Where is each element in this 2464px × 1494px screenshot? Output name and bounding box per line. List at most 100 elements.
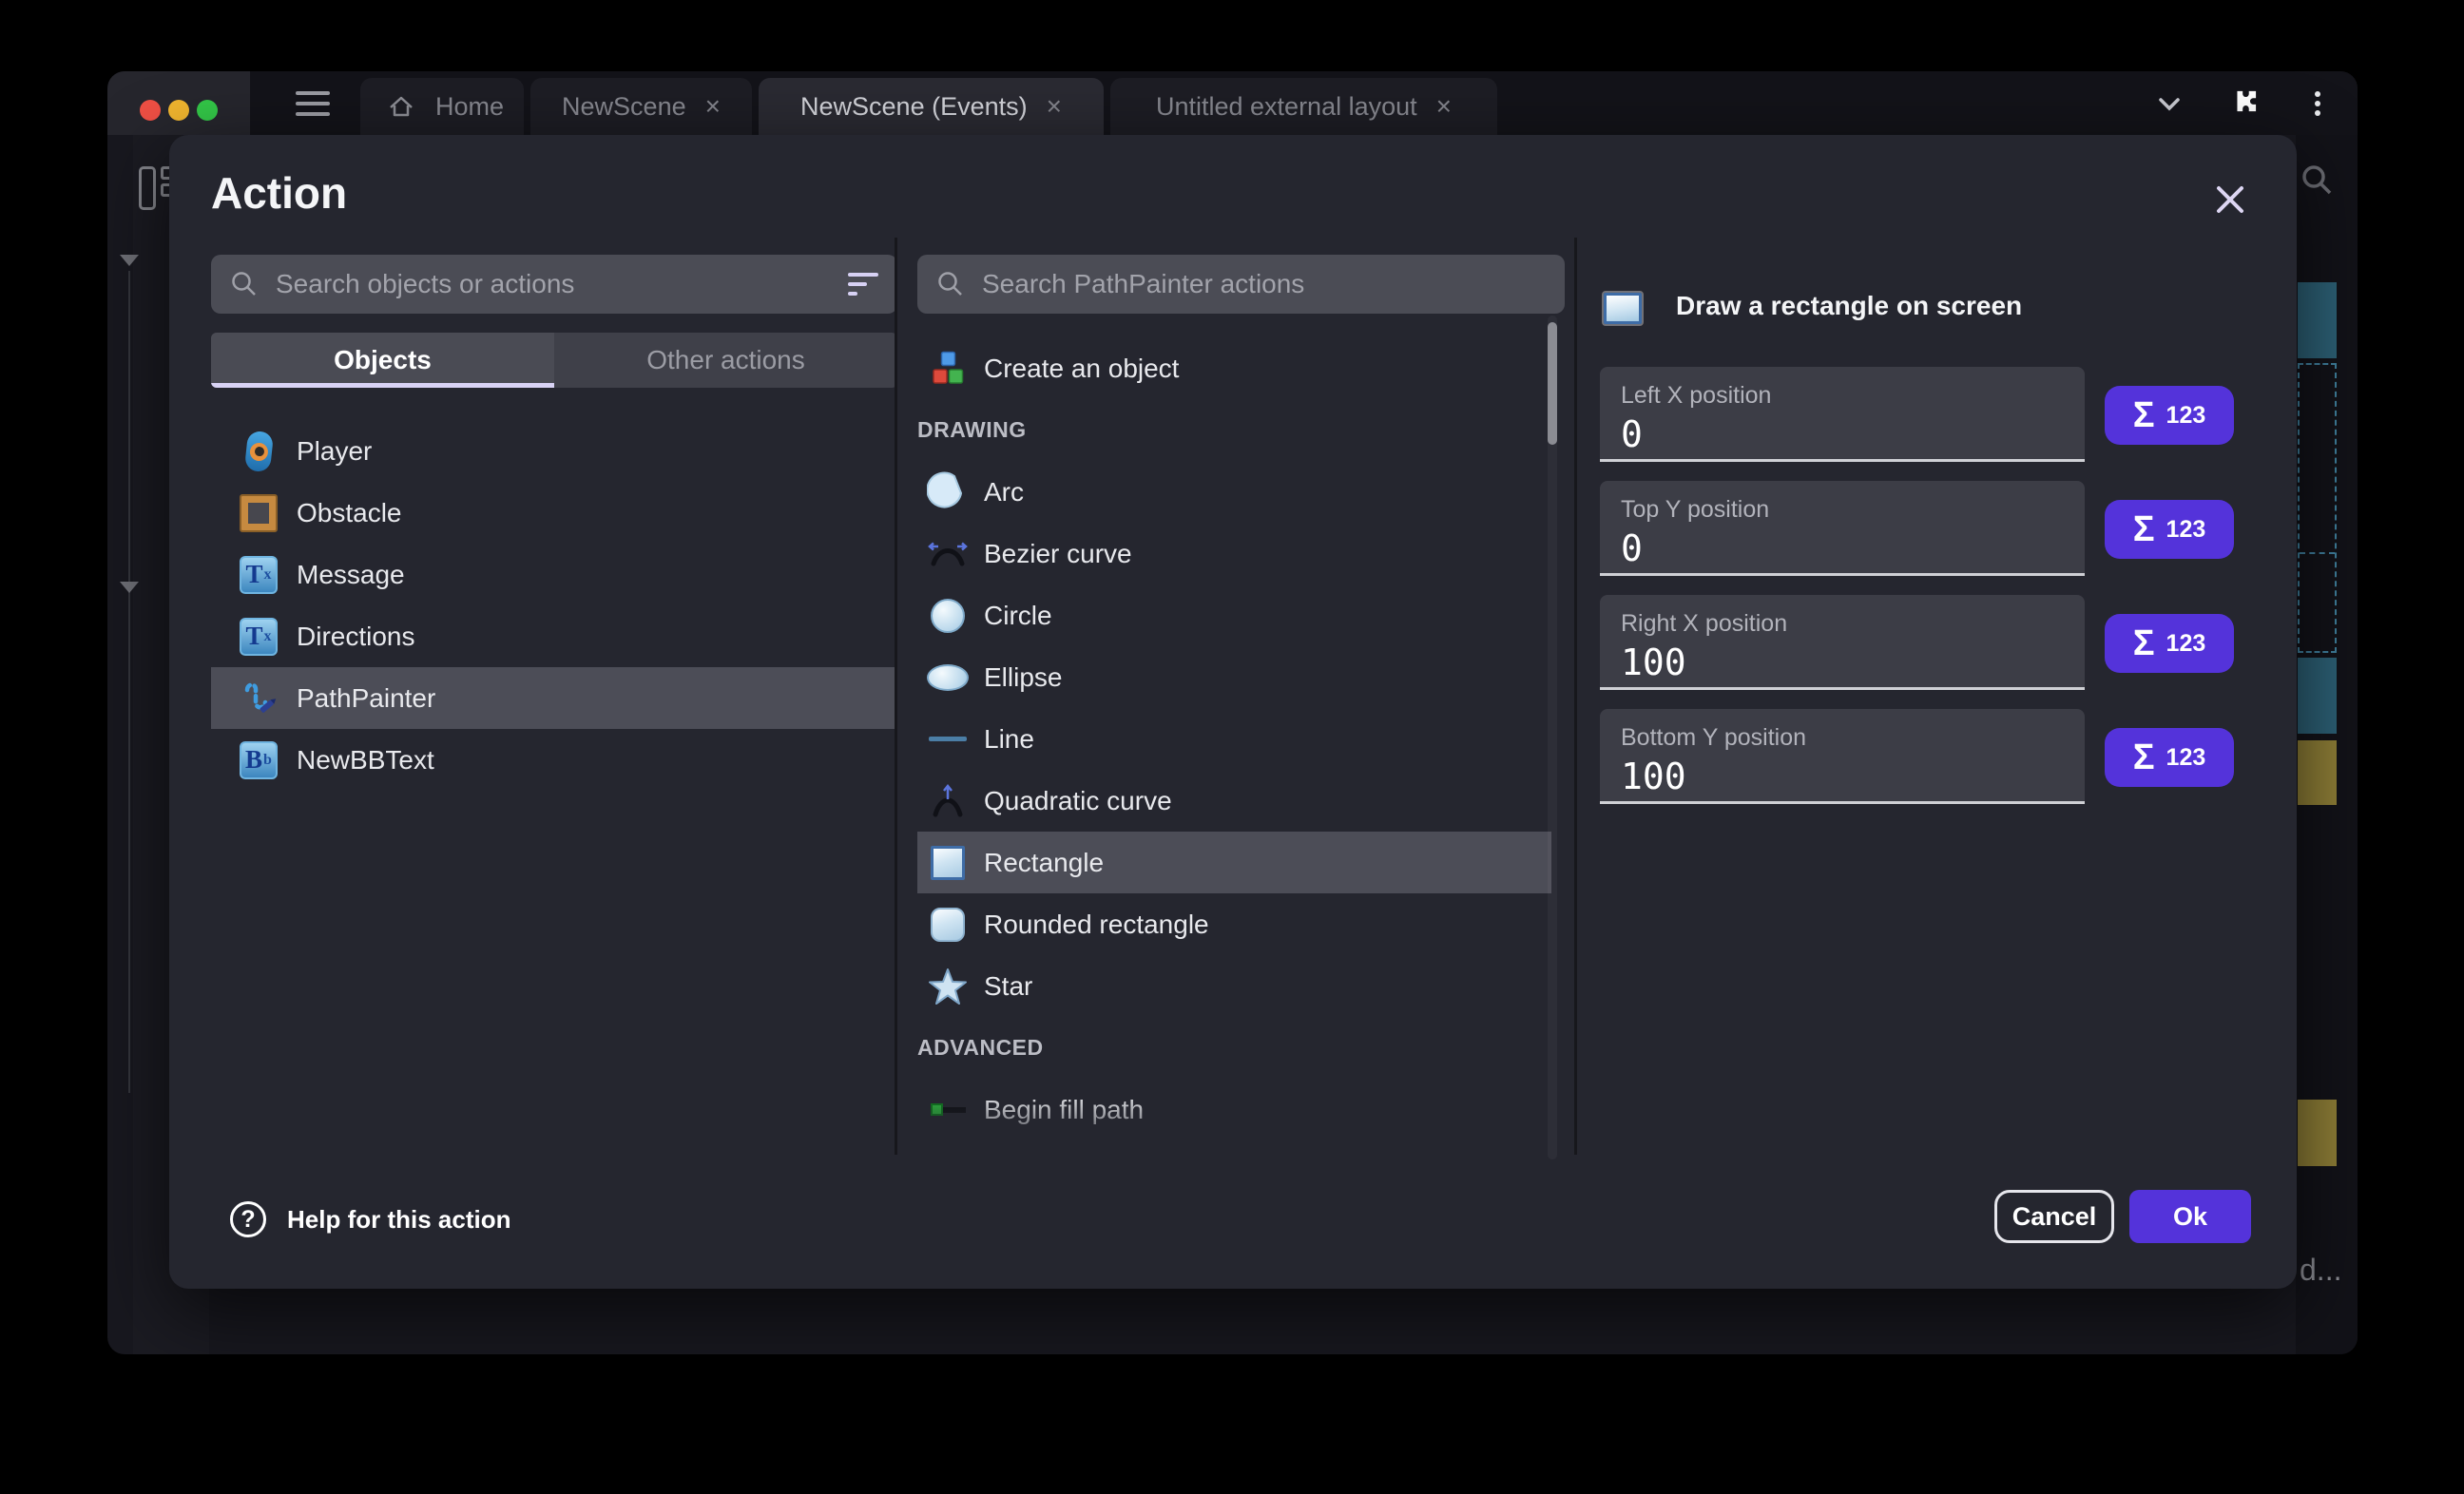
dialog-title: Action <box>211 167 347 219</box>
sigma-icon: Σ <box>2133 739 2155 776</box>
close-icon[interactable] <box>2204 173 2257 226</box>
action-row-arc[interactable]: Arc <box>917 461 1551 523</box>
panel-divider <box>895 238 897 1155</box>
expression-123-label: 123 <box>2166 630 2206 658</box>
minimize-traffic-light[interactable] <box>168 100 189 121</box>
expression-123-label: 123 <box>2166 516 2206 544</box>
text-object-icon: Tx <box>238 616 279 658</box>
field-top-y-position[interactable]: Top Y position 0 <box>1600 481 2085 576</box>
help-question-icon: ? <box>230 1201 266 1237</box>
window-topbar: HomeNewScene×NewScene (Events)×Untitled … <box>107 71 2358 135</box>
chevron-down-icon[interactable] <box>2148 83 2190 124</box>
tab-home[interactable]: Home <box>360 78 524 135</box>
sigma-icon: Σ <box>2133 511 2155 547</box>
action-description: Draw a rectangle on screen <box>1676 291 2022 321</box>
object-row-obstacle[interactable]: Obstacle <box>211 482 897 544</box>
star-icon <box>927 966 969 1007</box>
help-link[interactable]: ? Help for this action <box>230 1201 510 1237</box>
group-header-advanced: ADVANCED <box>917 1017 1551 1079</box>
sigma-icon: Σ <box>2133 397 2155 433</box>
field-label: Bottom Y position <box>1621 724 2085 752</box>
dialog-tab-objects[interactable]: Objects <box>211 333 554 388</box>
field-value[interactable]: 100 <box>1621 642 2085 683</box>
selection-dashed-divider <box>2300 552 2335 554</box>
expander-triangle-icon[interactable] <box>120 582 139 593</box>
object-row-pathpainter[interactable]: PathPainter <box>211 667 897 729</box>
scene-editor-right-strip <box>2296 135 2358 1354</box>
objects-search-input[interactable] <box>274 268 833 300</box>
obstacle-icon <box>238 492 279 534</box>
object-row-newbbtext[interactable]: BbNewBBText <box>211 729 897 791</box>
extensions-puzzle-icon[interactable] <box>2223 83 2264 124</box>
field-value[interactable]: 0 <box>1621 527 2085 569</box>
tab-newscene[interactable]: NewScene× <box>530 78 752 135</box>
object-row-message[interactable]: TxMessage <box>211 544 897 605</box>
action-row-begin-fill-path[interactable]: Begin fill path <box>917 1079 1551 1140</box>
field-left-x-position[interactable]: Left X position 0 <box>1600 367 2085 462</box>
zoom-traffic-light[interactable] <box>197 100 218 121</box>
field-right-x-position[interactable]: Right X position100 <box>1600 595 2085 690</box>
field-value[interactable]: 100 <box>1621 756 2085 797</box>
dialog-tab-other-actions[interactable]: Other actions <box>554 333 897 388</box>
action-row-create-an-object[interactable]: Create an object <box>917 337 1551 399</box>
object-label: PathPainter <box>297 683 435 714</box>
topbar-right-icons <box>2110 71 2358 135</box>
tab-label: NewScene (Events) <box>800 92 1028 122</box>
ok-button[interactable]: Ok <box>2129 1190 2251 1243</box>
action-row-quadratic-curve[interactable]: Quadratic curve <box>917 770 1551 832</box>
rounded-rectangle-icon <box>927 904 969 946</box>
field-row-right-x-position: Right X position100 Σ 123 <box>1600 595 2265 693</box>
cancel-button[interactable]: Cancel <box>1994 1190 2114 1243</box>
action-row-rectangle[interactable]: Rectangle <box>917 832 1551 893</box>
kebab-menu-icon[interactable] <box>2297 83 2339 124</box>
expander-triangle-icon[interactable] <box>120 255 139 266</box>
action-row-item[interactable] <box>917 1140 1551 1159</box>
tab-untitled-external-layout[interactable]: Untitled external layout × <box>1110 78 1497 135</box>
scrollbar-thumb[interactable] <box>1548 322 1557 445</box>
tab-close-icon[interactable]: × <box>1047 93 1062 120</box>
close-traffic-light[interactable] <box>140 100 161 121</box>
expression-editor-button[interactable]: Σ 123 <box>2105 614 2234 673</box>
action-row-circle[interactable]: Circle <box>917 584 1551 646</box>
object-list: PlayerObstacleTxMessage Tx Directions PathP… <box>211 420 897 791</box>
expression-editor-button[interactable]: Σ123 <box>2105 728 2234 787</box>
tab-close-icon[interactable]: × <box>705 93 721 120</box>
action-row-ellipse[interactable]: Ellipse <box>917 646 1551 708</box>
action-row-rounded-rectangle[interactable]: Rounded rectangle <box>917 893 1551 955</box>
expression-editor-button[interactable]: Σ 123 <box>2105 500 2234 559</box>
scene-block-teal <box>2298 282 2337 358</box>
scene-block-teal <box>2298 658 2337 734</box>
selection-dashed-outline <box>2298 363 2337 653</box>
traffic-light-panel <box>107 71 250 135</box>
object-label: NewBBText <box>297 745 434 776</box>
action-label: Star <box>984 971 1032 1002</box>
hamburger-menu-icon[interactable] <box>296 85 337 123</box>
field-value[interactable]: 0 <box>1621 413 2085 455</box>
tab-newscene-events[interactable]: NewScene (Events) × <box>759 78 1104 135</box>
filter-icon[interactable] <box>848 273 878 296</box>
object-label: Directions <box>297 622 414 652</box>
expression-editor-button[interactable]: Σ123 <box>2105 386 2234 445</box>
field-label: Left X position <box>1621 382 2085 410</box>
field-row-left-x-position: Left X position 0 Σ123 <box>1600 367 2265 465</box>
app-window: d... HomeNewScene×NewScene (Events)×Unti… <box>107 71 2358 1354</box>
object-row-player[interactable]: Player <box>211 420 897 482</box>
tab-close-icon[interactable]: × <box>1436 93 1452 120</box>
sigma-icon: Σ <box>2133 625 2155 661</box>
action-row-star[interactable]: Star <box>917 955 1551 1017</box>
actions-search-input[interactable] <box>980 268 1546 300</box>
object-row-directions[interactable]: Tx Directions <box>211 605 897 667</box>
tab-label: Home <box>435 92 504 122</box>
rectangle-action-icon <box>1602 287 1644 329</box>
scrollbar-track[interactable] <box>1548 316 1557 1159</box>
tab-label: Untitled external layout <box>1156 92 1417 122</box>
action-row-bezier-curve[interactable]: Bezier curve <box>917 523 1551 584</box>
begin-fill-path-icon <box>927 1089 969 1131</box>
action-label: Begin fill path <box>984 1095 1144 1125</box>
magnifier-icon[interactable] <box>2296 159 2338 201</box>
home-icon <box>380 86 422 127</box>
object-panel-tabs: ObjectsOther actions <box>211 333 897 388</box>
field-bottom-y-position[interactable]: Bottom Y position 100 <box>1600 709 2085 804</box>
action-row-line[interactable]: Line <box>917 708 1551 770</box>
field-label: Top Y position <box>1621 496 2085 524</box>
